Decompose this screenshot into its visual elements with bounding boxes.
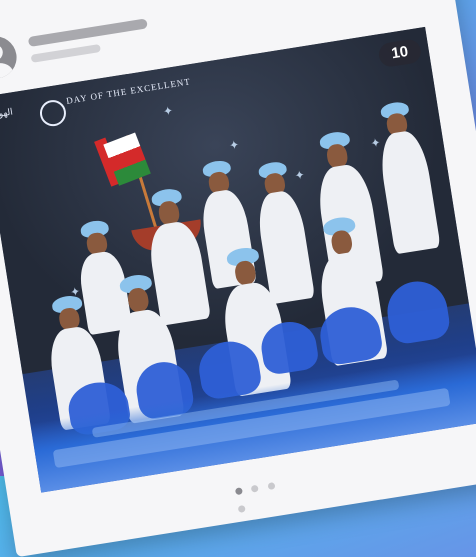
social-post-card: ✦ ✦ ✦ ✦ ✦ DAY OF THE EXCELLENT الهوية 10 [0, 0, 476, 557]
carousel-dot-active[interactable] [234, 487, 243, 496]
avatar-head [0, 43, 4, 62]
carousel-dot[interactable] [251, 484, 260, 493]
carousel-dot[interactable] [267, 482, 276, 491]
user-avatar-icon[interactable] [0, 33, 20, 82]
subtitle-placeholder [30, 43, 101, 63]
avatar-shoulders [0, 61, 15, 82]
username-placeholder[interactable] [27, 18, 148, 48]
post-image[interactable]: ✦ ✦ ✦ ✦ ✦ DAY OF THE EXCELLENT الهوية 10 [0, 26, 476, 493]
star-sparkle-icon: ✦ [369, 135, 382, 151]
star-sparkle-icon: ✦ [293, 167, 306, 183]
star-sparkle-icon: ✦ [162, 103, 175, 119]
star-sparkle-icon: ✦ [228, 137, 241, 153]
carousel-dot[interactable] [237, 504, 246, 513]
